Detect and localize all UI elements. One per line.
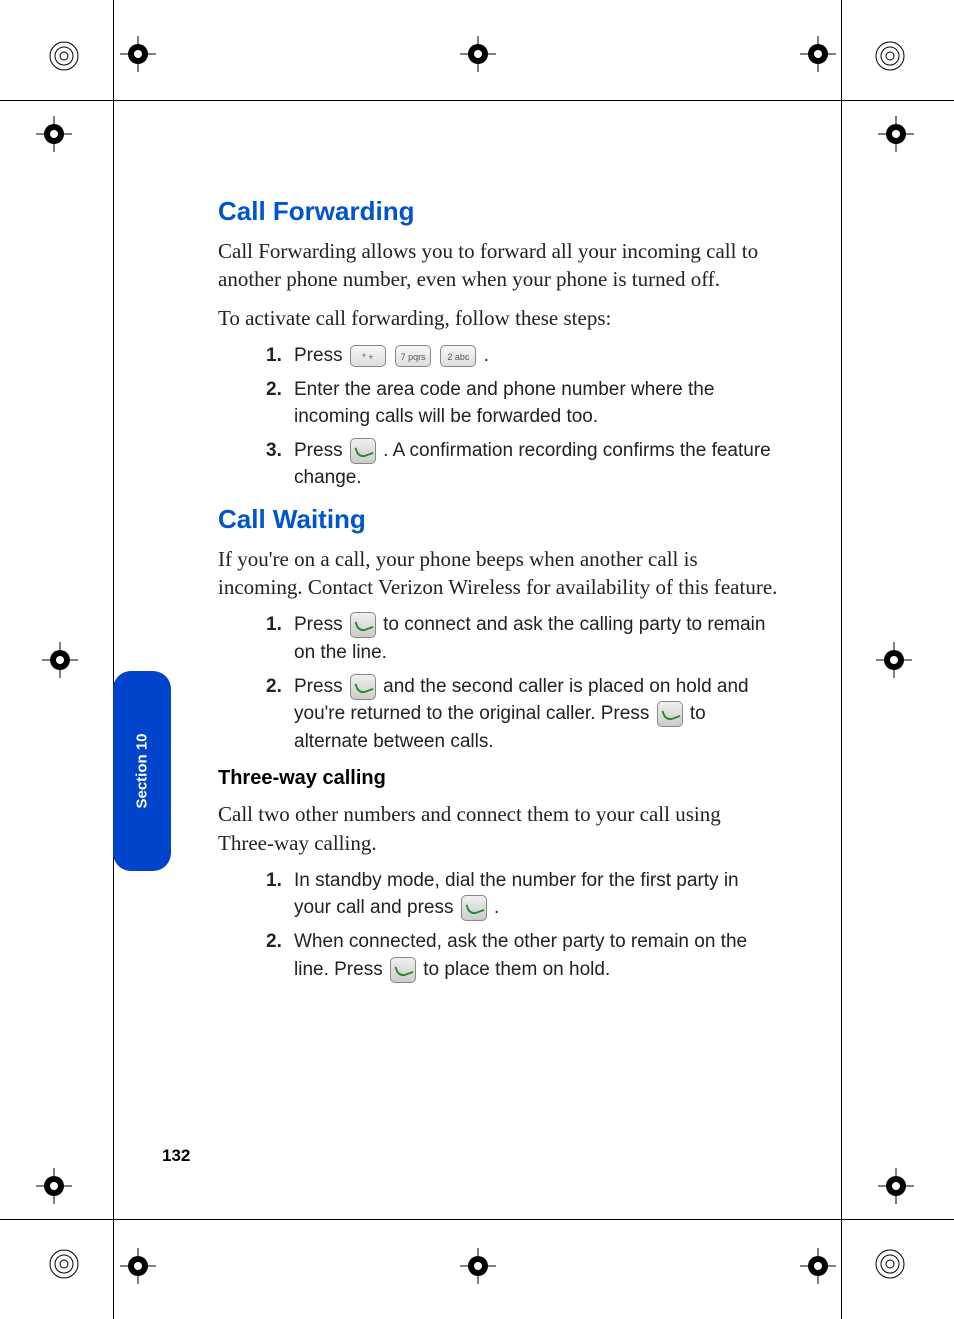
step-number: 1. (266, 867, 294, 922)
section-tab-label: Section 10 (134, 733, 151, 808)
page-number: 132 (162, 1146, 190, 1166)
step-list: 1. Press * + 7 pqrs 2 abc . 2. Enter the… (266, 342, 778, 492)
step-number: 2. (266, 673, 294, 756)
crop-line-top (0, 100, 954, 101)
key-send-icon (350, 438, 376, 464)
corner-mark-icon (874, 40, 906, 72)
key-2-icon: 2 abc (440, 345, 476, 367)
registration-mark-icon (460, 1248, 496, 1284)
heading-call-forwarding: Call Forwarding (218, 196, 778, 227)
key-send-icon (390, 957, 416, 983)
step-item: 3. Press . A confirmation recording conf… (266, 437, 778, 492)
registration-mark-icon (460, 36, 496, 72)
step-list: 1. In standby mode, dial the number for … (266, 867, 778, 983)
registration-mark-icon (120, 36, 156, 72)
step-item: 2. Press and the second caller is placed… (266, 673, 778, 756)
step-text: When connected, ask the other party to r… (294, 928, 778, 983)
registration-mark-icon (120, 1248, 156, 1284)
key-send-icon (350, 674, 376, 700)
registration-mark-icon (876, 642, 912, 678)
registration-mark-icon (36, 1168, 72, 1204)
registration-mark-icon (878, 116, 914, 152)
step-text: Press . A confirmation recording confirm… (294, 437, 778, 492)
step-item: 1. Press to connect and ask the calling … (266, 611, 778, 666)
registration-mark-icon (36, 116, 72, 152)
step-item: 2. When connected, ask the other party t… (266, 928, 778, 983)
step-number: 2. (266, 928, 294, 983)
registration-mark-icon (42, 642, 78, 678)
key-send-icon (350, 612, 376, 638)
key-star-icon: * + (350, 345, 386, 367)
step-text: Enter the area code and phone number whe… (294, 376, 778, 431)
step-text: Press to connect and ask the calling par… (294, 611, 778, 666)
key-send-icon (657, 701, 683, 727)
paragraph: Call Forwarding allows you to forward al… (218, 237, 778, 294)
paragraph: If you're on a call, your phone beeps wh… (218, 545, 778, 602)
heading-three-way: Three-way calling (218, 767, 778, 790)
step-text: In standby mode, dial the number for the… (294, 867, 778, 922)
step-item: 2. Enter the area code and phone number … (266, 376, 778, 431)
registration-mark-icon (878, 1168, 914, 1204)
step-number: 1. (266, 611, 294, 666)
step-text: Press and the second caller is placed on… (294, 673, 778, 756)
paragraph: Call two other numbers and connect them … (218, 800, 778, 857)
page-content: Call Forwarding Call Forwarding allows y… (218, 196, 778, 995)
corner-mark-icon (48, 1248, 80, 1280)
corner-mark-icon (874, 1248, 906, 1280)
step-number: 1. (266, 342, 294, 370)
step-item: 1. In standby mode, dial the number for … (266, 867, 778, 922)
key-send-icon (461, 895, 487, 921)
step-item: 1. Press * + 7 pqrs 2 abc . (266, 342, 778, 370)
corner-mark-icon (48, 40, 80, 72)
registration-mark-icon (800, 1248, 836, 1284)
crop-line-bottom (0, 1219, 954, 1220)
registration-mark-icon (800, 36, 836, 72)
key-7-icon: 7 pqrs (395, 345, 431, 367)
section-tab: Section 10 (113, 671, 171, 871)
step-number: 3. (266, 437, 294, 492)
crop-line-right (841, 0, 842, 1319)
step-list: 1. Press to connect and ask the calling … (266, 611, 778, 755)
step-number: 2. (266, 376, 294, 431)
step-text: Press * + 7 pqrs 2 abc . (294, 342, 778, 370)
crop-line-left (113, 0, 114, 1319)
heading-call-waiting: Call Waiting (218, 504, 778, 535)
paragraph: To activate call forwarding, follow thes… (218, 304, 778, 332)
